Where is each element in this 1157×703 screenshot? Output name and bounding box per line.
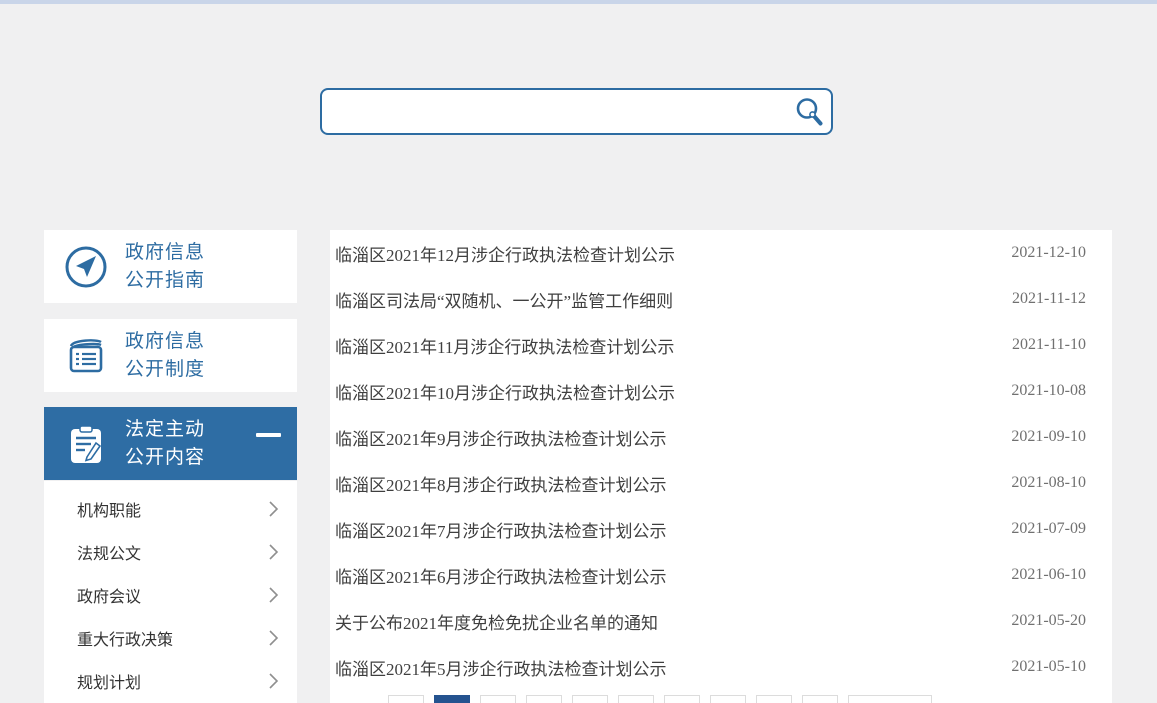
- top-accent-bar: [0, 0, 1157, 4]
- article-link[interactable]: 临淄区2021年9月涉企行政执法检查计划公示: [335, 425, 667, 450]
- article-date: 2021-09-10: [1011, 428, 1086, 446]
- submenu-item-label: 政府会议: [77, 583, 141, 607]
- chevron-right-icon: [268, 500, 279, 518]
- article-link[interactable]: 临淄区司法局“双随机、一公开”监管工作细则: [335, 287, 673, 312]
- list-item: 临淄区2021年5月涉企行政执法检查计划公示 2021-05-10: [330, 644, 1112, 690]
- pagination-box[interactable]: [756, 695, 792, 703]
- pagination-box[interactable]: [710, 695, 746, 703]
- article-link[interactable]: 临淄区2021年8月涉企行政执法检查计划公示: [335, 471, 667, 496]
- list-item: 临淄区2021年6月涉企行政执法检查计划公示 2021-06-10: [330, 552, 1112, 598]
- article-date: 2021-11-10: [1012, 336, 1086, 354]
- chevron-right-icon: [268, 672, 279, 690]
- article-link[interactable]: 临淄区2021年7月涉企行政执法检查计划公示: [335, 517, 667, 542]
- list-item: 临淄区2021年7月涉企行政执法检查计划公示 2021-07-09: [330, 506, 1112, 552]
- sidebar-item-gov-info-guide[interactable]: 政府信息 公开指南: [44, 230, 297, 303]
- article-link[interactable]: 临淄区2021年6月涉企行政执法检查计划公示: [335, 563, 667, 588]
- clipboard-pencil-icon: [62, 420, 110, 468]
- submenu-item-regulations-documents[interactable]: 法规公文: [44, 530, 297, 573]
- sidebar: 政府信息 公开指南 政府信息 公开制度: [44, 230, 297, 703]
- list-item: 关于公布2021年度免检免扰企业名单的通知 2021-05-20: [330, 598, 1112, 644]
- article-date: 2021-05-10: [1011, 658, 1086, 676]
- article-date: 2021-10-08: [1011, 382, 1086, 400]
- compass-icon: [62, 243, 110, 291]
- submenu-item-government-meetings[interactable]: 政府会议: [44, 573, 297, 616]
- sidebar-item-gov-info-system[interactable]: 政府信息 公开制度: [44, 319, 297, 392]
- submenu-item-label: 法规公文: [77, 540, 141, 564]
- sidebar-item-label: 政府信息 公开指南: [125, 239, 205, 295]
- article-date: 2021-08-10: [1011, 474, 1086, 492]
- article-link[interactable]: 临淄区2021年12月涉企行政执法检查计划公示: [335, 241, 675, 266]
- sidebar-item-label: 法定主动 公开内容: [125, 416, 205, 472]
- submenu-item-label: 规划计划: [77, 669, 141, 693]
- search-input[interactable]: [322, 90, 787, 133]
- list-item: 临淄区2021年11月涉企行政执法检查计划公示 2021-11-10: [330, 322, 1112, 368]
- pagination-box[interactable]: [618, 695, 654, 703]
- chevron-right-icon: [268, 586, 279, 604]
- article-link[interactable]: 临淄区2021年11月涉企行政执法检查计划公示: [335, 333, 674, 358]
- article-date: 2021-05-20: [1011, 612, 1086, 630]
- list-item: 临淄区2021年10月涉企行政执法检查计划公示 2021-10-08: [330, 368, 1112, 414]
- article-date: 2021-06-10: [1011, 566, 1086, 584]
- list-item: 临淄区2021年8月涉企行政执法检查计划公示 2021-08-10: [330, 460, 1112, 506]
- article-link[interactable]: 临淄区2021年10月涉企行政执法检查计划公示: [335, 379, 675, 404]
- rulebook-icon: [62, 332, 110, 380]
- chevron-right-icon: [268, 543, 279, 561]
- list-item: 临淄区2021年9月涉企行政执法检查计划公示 2021-09-10: [330, 414, 1112, 460]
- minus-icon: [256, 433, 281, 437]
- article-date: 2021-12-10: [1011, 244, 1086, 262]
- pagination-box-active[interactable]: [434, 695, 470, 703]
- sidebar-item-statutory-disclosure[interactable]: 法定主动 公开内容: [44, 407, 297, 480]
- list-item: 临淄区司法局“双随机、一公开”监管工作细则 2021-11-12: [330, 276, 1112, 322]
- submenu-item-label: 机构职能: [77, 497, 141, 521]
- pagination-box[interactable]: [664, 695, 700, 703]
- pagination-box[interactable]: [802, 695, 838, 703]
- sidebar-item-label: 政府信息 公开制度: [125, 328, 205, 384]
- article-list: 临淄区2021年12月涉企行政执法检查计划公示 2021-12-10 临淄区司法…: [330, 230, 1112, 703]
- article-date: 2021-11-12: [1012, 290, 1086, 308]
- pagination-box[interactable]: [526, 695, 562, 703]
- chevron-right-icon: [268, 629, 279, 647]
- list-item: 临淄区2021年12月涉企行政执法检查计划公示 2021-12-10: [330, 230, 1112, 276]
- search-button[interactable]: [787, 90, 831, 133]
- submenu-item-planning[interactable]: 规划计划: [44, 659, 297, 702]
- article-link[interactable]: 临淄区2021年5月涉企行政执法检查计划公示: [335, 655, 667, 680]
- pagination-next-box[interactable]: [848, 695, 932, 703]
- pagination-box[interactable]: [572, 695, 608, 703]
- search-icon: [792, 95, 826, 129]
- pagination: [388, 695, 1112, 703]
- submenu-item-label: 重大行政决策: [77, 626, 173, 650]
- submenu-item-organization-functions[interactable]: 机构职能: [44, 487, 297, 530]
- article-date: 2021-07-09: [1011, 520, 1086, 538]
- sidebar-submenu: 机构职能 法规公文 政府会议 重大行政决策 规划计划: [44, 481, 297, 703]
- pagination-box[interactable]: [480, 695, 516, 703]
- pagination-box[interactable]: [388, 695, 424, 703]
- article-link[interactable]: 关于公布2021年度免检免扰企业名单的通知: [335, 609, 658, 634]
- submenu-item-major-administrative-decisions[interactable]: 重大行政决策: [44, 616, 297, 659]
- search-bar: [320, 88, 833, 135]
